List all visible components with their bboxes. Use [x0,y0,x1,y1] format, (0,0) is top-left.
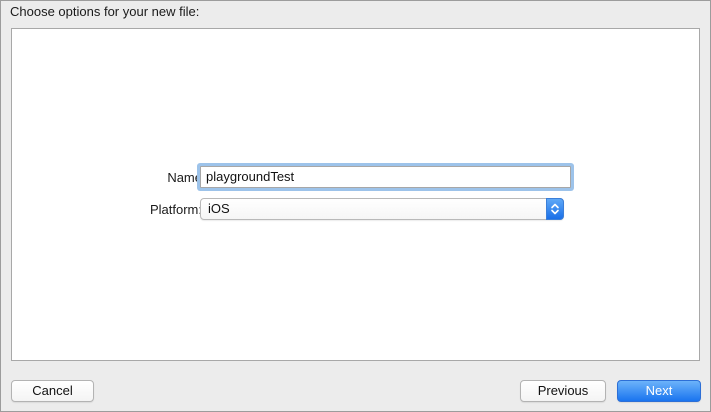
dialog-title: Choose options for your new file: [10,4,200,19]
new-file-options-dialog: Choose options for your new file: Name P… [0,0,711,412]
platform-label: Platform: [149,202,202,217]
next-button[interactable]: Next [617,380,701,402]
previous-button[interactable]: Previous [520,380,606,402]
name-label: Name [167,170,202,185]
name-row: Name [12,166,699,190]
platform-row: Platform: iOS [12,198,699,222]
name-input[interactable] [200,166,571,188]
platform-select-value: iOS [208,201,230,216]
cancel-button[interactable]: Cancel [11,380,94,402]
options-panel: Name Platform: iOS [11,28,700,361]
up-down-chevron-icon [546,198,564,220]
platform-select[interactable]: iOS [200,198,564,220]
